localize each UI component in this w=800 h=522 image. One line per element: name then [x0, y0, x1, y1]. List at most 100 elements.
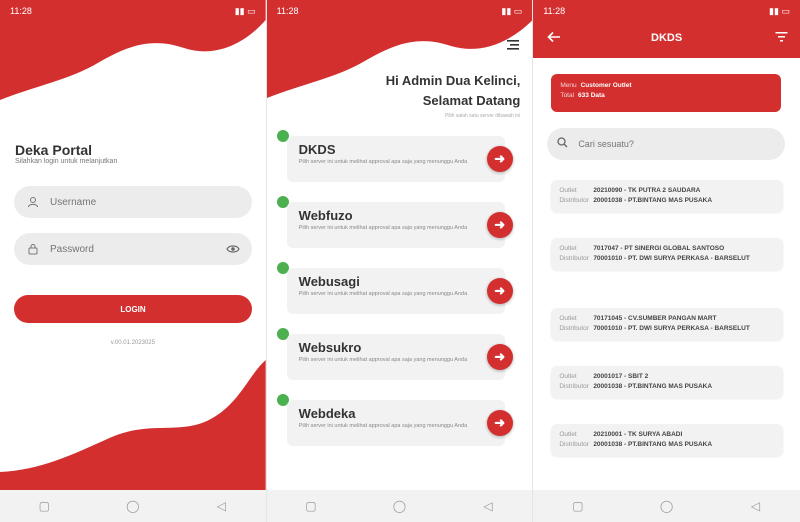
status-bar: 11:28 ▮▮ ▭: [533, 0, 800, 22]
outlet-list-screen: 11:28 ▮▮ ▭ DKDS Menu Customer Outlet Tot…: [533, 0, 800, 522]
distributor-label: Distributor: [559, 255, 589, 263]
list-item[interactable]: Outlet 20001017 - SBIT 2 Distributor 20001…: [551, 366, 784, 399]
menu-label: Menu: [560, 82, 577, 89]
search-field[interactable]: [547, 128, 786, 160]
server-name: Webfuzo: [298, 208, 353, 223]
bottom-wave-decoration: [0, 360, 266, 490]
password-field[interactable]: [14, 233, 252, 265]
username-field[interactable]: [14, 186, 252, 218]
arrow-right-icon[interactable]: ➜: [486, 278, 513, 304]
server-item-webusagi[interactable]: Webusagi Pilih server ini untuk melihat …: [267, 262, 533, 320]
distributor-value: 20001038 - PT.BINTANG MAS PUSAKA: [593, 197, 713, 205]
distributor-label: Distributor: [559, 441, 589, 449]
home-icon[interactable]: ◯: [126, 499, 140, 513]
distributor-value: 20001038 - PT.BINTANG MAS PUSAKA: [593, 441, 713, 449]
search-icon: [557, 137, 568, 151]
search-input[interactable]: [578, 139, 776, 149]
outlet-label: Outlet: [559, 431, 577, 438]
login-button[interactable]: LOGIN: [14, 295, 252, 323]
server-card[interactable]: Webusagi Pilih server ini untuk melihat …: [286, 268, 505, 314]
home-screen: 11:28 ▮▮ ▭ Hi Admin Dua Kelinci, Selamat…: [266, 0, 534, 522]
server-desc: Pilih server ini untuk melihat approval …: [298, 357, 468, 363]
menu-value: Customer Outlet: [580, 82, 632, 89]
outlet-label: Outlet: [559, 187, 577, 194]
login-subtitle: Silahkan login untuk melanjutkan: [15, 158, 118, 165]
status-time: 11:28: [276, 6, 299, 16]
system-nav-bar: ▢ ◯ ◁: [0, 490, 266, 522]
system-nav-bar: ▢ ◯ ◁: [533, 490, 800, 522]
server-desc: Pilih server ini untuk melihat approval …: [298, 423, 468, 429]
outlet-value: 20210001 - TK SURYA ABADI: [593, 431, 683, 438]
distributor-label: Distributor: [559, 197, 589, 205]
outlet-label: Outlet: [559, 315, 577, 322]
server-desc: Pilih server ini untuk melihat approval …: [298, 225, 468, 231]
arrow-right-icon[interactable]: ➜: [486, 410, 513, 436]
outlet-value: 70171045 - CV.SUMBER PANGAN MART: [593, 315, 717, 322]
server-item-webfuzo[interactable]: Webfuzo Pilih server ini untuk melihat a…: [267, 196, 533, 254]
server-name: Websukro: [298, 340, 362, 355]
server-name: DKDS: [298, 142, 336, 157]
battery-icon: ▮▮ ▭: [234, 5, 256, 16]
greeting-line2: Selamat Datang: [422, 93, 521, 108]
server-name: Webusagi: [298, 274, 360, 289]
password-input[interactable]: [50, 243, 216, 255]
back-nav-icon[interactable]: ◁: [481, 499, 495, 513]
greeting-subtitle: Pilih salah satu server dibawah ini: [444, 113, 521, 119]
distributor-value: 70001010 - PT. DWI SURYA PERKASA - BARSE…: [593, 325, 750, 333]
home-icon[interactable]: ◯: [660, 499, 674, 513]
server-card[interactable]: Websukro Pilih server ini untuk melihat …: [286, 334, 505, 380]
recents-icon[interactable]: ▢: [304, 499, 318, 513]
outlet-label: Outlet: [559, 373, 577, 380]
screens-container: 11:28 ▮▮ ▭ Deka Portal Silahkan login un…: [0, 0, 800, 522]
status-time: 11:28: [10, 6, 32, 16]
arrow-right-icon[interactable]: ➜: [486, 146, 513, 172]
back-nav-icon[interactable]: ◁: [749, 499, 763, 513]
status-bar: 11:28 ▮▮ ▭: [0, 0, 266, 22]
battery-icon: ▮▮ ▭: [501, 5, 523, 16]
user-icon: [26, 195, 40, 209]
arrow-right-icon[interactable]: ➜: [486, 344, 513, 370]
battery-icon: ▮▮ ▭: [769, 5, 790, 16]
outlet-label: Outlet: [559, 245, 577, 252]
username-input[interactable]: [50, 196, 240, 208]
distributor-label: Distributor: [559, 383, 589, 391]
server-item-dkds[interactable]: DKDS Pilih server ini untuk melihat appr…: [267, 130, 533, 188]
server-desc: Pilih server ini untuk melihat approval …: [298, 159, 468, 165]
filter-icon[interactable]: [775, 31, 788, 45]
total-value: 633 Data: [578, 92, 605, 100]
status-time: 11:28: [543, 6, 566, 16]
outlet-value: 20001017 - SBIT 2: [593, 373, 649, 380]
server-name: Webdeka: [298, 406, 356, 421]
server-desc: Pilih server ini untuk melihat approval …: [298, 291, 468, 297]
login-screen: 11:28 ▮▮ ▭ Deka Portal Silahkan login un…: [0, 0, 267, 522]
distributor-label: Distributor: [559, 325, 589, 333]
system-nav-bar: ▢ ◯ ◁: [266, 490, 533, 522]
back-nav-icon[interactable]: ◁: [214, 499, 228, 513]
list-item[interactable]: Outlet 20210001 - TK SURYA ABADI Distribu…: [551, 424, 784, 457]
total-label: Total: [560, 92, 575, 100]
app-title: Deka Portal: [15, 142, 93, 158]
outlet-value: 7017047 - PT SINERGI GLOBAL SANTOSO: [593, 245, 725, 252]
server-item-websukro[interactable]: Websukro Pilih server ini untuk melihat …: [267, 328, 533, 386]
status-bar: 11:28 ▮▮ ▭: [267, 0, 533, 22]
recents-icon[interactable]: ▢: [37, 499, 51, 513]
lock-icon: [26, 242, 40, 256]
distributor-value: 20001038 - PT.BINTANG MAS PUSAKA: [593, 383, 713, 391]
list-item[interactable]: Outlet 70171045 - CV.SUMBER PANGAN MART D…: [551, 308, 784, 341]
menu-icon[interactable]: [506, 38, 520, 52]
server-item-webdeka[interactable]: Webdeka Pilih server ini untuk melihat a…: [267, 394, 533, 452]
outlet-value: 20210090 - TK PUTRA 2 SAUDARA: [593, 187, 701, 194]
eye-icon[interactable]: [226, 242, 240, 256]
server-card[interactable]: DKDS Pilih server ini untuk melihat appr…: [286, 136, 505, 182]
list-item[interactable]: Outlet 7017047 - PT SINERGI GLOBAL SANTOS…: [551, 238, 784, 271]
version-text: v.00.01.2023025: [110, 340, 155, 346]
server-card[interactable]: Webfuzo Pilih server ini untuk melihat a…: [286, 202, 505, 248]
home-icon[interactable]: ◯: [392, 499, 406, 513]
greeting-line1: Hi Admin Dua Kelinci,: [385, 73, 521, 88]
server-card[interactable]: Webdeka Pilih server ini untuk melihat a…: [286, 400, 505, 446]
recents-icon[interactable]: ▢: [571, 499, 585, 513]
list-item[interactable]: Outlet 20210090 - TK PUTRA 2 SAUDARA Dist…: [551, 180, 784, 213]
arrow-right-icon[interactable]: ➜: [486, 212, 513, 238]
summary-box: Menu Customer Outlet Total 633 Data: [551, 74, 782, 112]
screen-title: DKDS: [651, 32, 683, 44]
